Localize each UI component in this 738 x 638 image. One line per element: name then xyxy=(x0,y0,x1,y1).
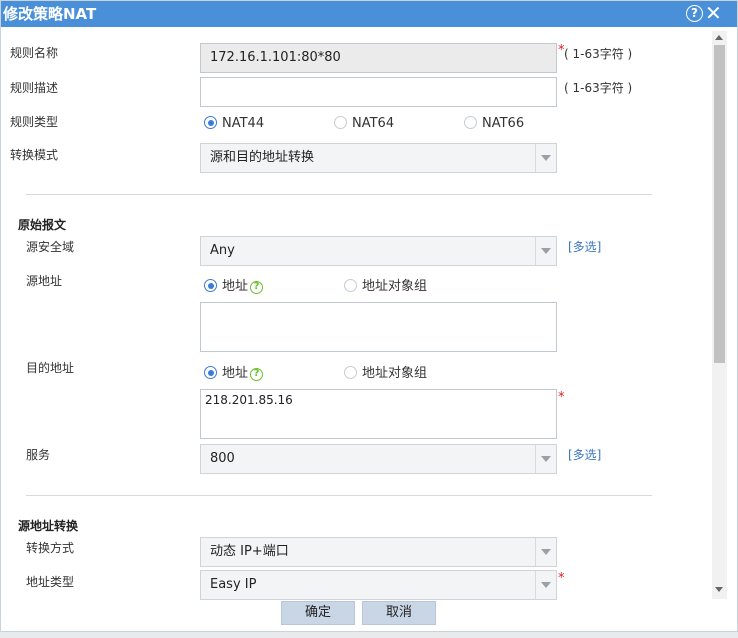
service-value: 800 xyxy=(210,451,235,466)
addr-type-value: Easy IP xyxy=(210,577,257,592)
required-mark: * xyxy=(558,390,565,405)
background-strip xyxy=(0,632,738,638)
radio-dot xyxy=(344,279,357,292)
src-radio-address[interactable]: 地址? xyxy=(204,275,264,294)
chevron-down-icon[interactable] xyxy=(535,538,556,566)
cancel-button[interactable]: 取消 xyxy=(362,601,436,625)
radio-nat64-label: NAT64 xyxy=(352,116,395,131)
src-zone-value: Any xyxy=(210,243,235,258)
addr-type-label: 地址类型 xyxy=(26,575,75,589)
dst-addr-textarea[interactable]: 218.201.85.16 xyxy=(200,389,557,439)
dst-radio-address-group[interactable]: 地址对象组 xyxy=(344,362,427,381)
radio-dot xyxy=(334,116,347,129)
section-source-nat: 源地址转换 xyxy=(18,519,79,533)
service-multi-select-link[interactable]: [多选] xyxy=(568,446,601,463)
radio-nat44[interactable]: NAT44 xyxy=(204,116,264,131)
dialog-titlebar: 修改策略NAT ? ✕ xyxy=(1,1,737,27)
rule-name-label: 规则名称 xyxy=(10,46,59,60)
radio-dot xyxy=(204,279,217,292)
required-mark: * xyxy=(558,571,565,586)
src-radio-address-group-label: 地址对象组 xyxy=(362,279,428,294)
mode-select-value: 源和目的地址转换 xyxy=(210,150,315,165)
question-icon[interactable]: ? xyxy=(250,368,264,381)
src-zone-multi-select-link[interactable]: [多选] xyxy=(568,238,601,255)
divider xyxy=(26,495,652,496)
rule-name-hint: ( 1-63字符 ) xyxy=(564,47,633,61)
dst-addr-label: 目的地址 xyxy=(26,361,75,375)
radio-nat64[interactable]: NAT64 xyxy=(334,116,394,131)
src-radio-address-label: 地址 xyxy=(222,279,249,294)
rule-name-input[interactable]: 172.16.1.101:80*80 xyxy=(200,43,557,73)
dialog-title: 修改策略NAT xyxy=(3,5,97,23)
radio-nat44-label: NAT44 xyxy=(222,116,265,131)
dst-radio-address-label: 地址 xyxy=(222,366,249,381)
nat-method-value: 动态 IP+端口 xyxy=(210,544,289,559)
src-addr-label: 源地址 xyxy=(26,274,63,288)
src-zone-label: 源安全域 xyxy=(26,240,75,254)
scrollbar-thumb[interactable] xyxy=(714,45,725,363)
vertical-scrollbar[interactable] xyxy=(712,31,727,599)
service-select[interactable]: 800 xyxy=(200,444,557,474)
dialog-footer: 确定 取消 xyxy=(1,599,737,631)
rule-desc-label: 规则描述 xyxy=(10,81,59,95)
radio-dot xyxy=(344,366,357,379)
radio-dot xyxy=(464,116,477,129)
close-icon[interactable]: ✕ xyxy=(705,2,722,24)
src-radio-address-group[interactable]: 地址对象组 xyxy=(344,275,427,294)
radio-dot xyxy=(204,366,217,379)
question-icon[interactable]: ? xyxy=(250,281,264,294)
radio-dot xyxy=(204,116,217,129)
nat-method-select[interactable]: 动态 IP+端口 xyxy=(200,537,557,567)
rule-desc-hint: ( 1-63字符 ) xyxy=(564,81,633,95)
edit-nat-policy-dialog: 修改策略NAT ? ✕ 规则名称 172.16.1.101:80*80 * ( … xyxy=(0,0,738,632)
mode-label: 转换模式 xyxy=(10,148,59,162)
service-label: 服务 xyxy=(26,448,51,462)
chevron-down-icon[interactable] xyxy=(535,571,556,599)
addr-type-select[interactable]: Easy IP xyxy=(200,570,557,600)
chevron-down-icon[interactable] xyxy=(535,445,556,473)
src-addr-textarea[interactable] xyxy=(200,302,557,352)
rule-type-label: 规则类型 xyxy=(10,115,59,129)
section-original-packet: 原始报文 xyxy=(18,218,67,232)
help-icon[interactable]: ? xyxy=(686,5,703,22)
scroll-down-icon[interactable] xyxy=(715,587,723,592)
mode-select[interactable]: 源和目的地址转换 xyxy=(200,143,557,173)
radio-nat66-label: NAT66 xyxy=(482,116,525,131)
radio-nat66[interactable]: NAT66 xyxy=(464,116,524,131)
dst-radio-address-group-label: 地址对象组 xyxy=(362,366,428,381)
dst-radio-address[interactable]: 地址? xyxy=(204,362,264,381)
divider xyxy=(26,194,652,195)
src-zone-select[interactable]: Any xyxy=(200,236,557,266)
scroll-up-icon[interactable] xyxy=(715,35,723,40)
nat-method-label: 转换方式 xyxy=(26,541,75,555)
chevron-down-icon[interactable] xyxy=(535,237,556,265)
chevron-down-icon[interactable] xyxy=(535,144,556,172)
rule-desc-input[interactable] xyxy=(200,77,557,107)
ok-button[interactable]: 确定 xyxy=(281,601,355,625)
